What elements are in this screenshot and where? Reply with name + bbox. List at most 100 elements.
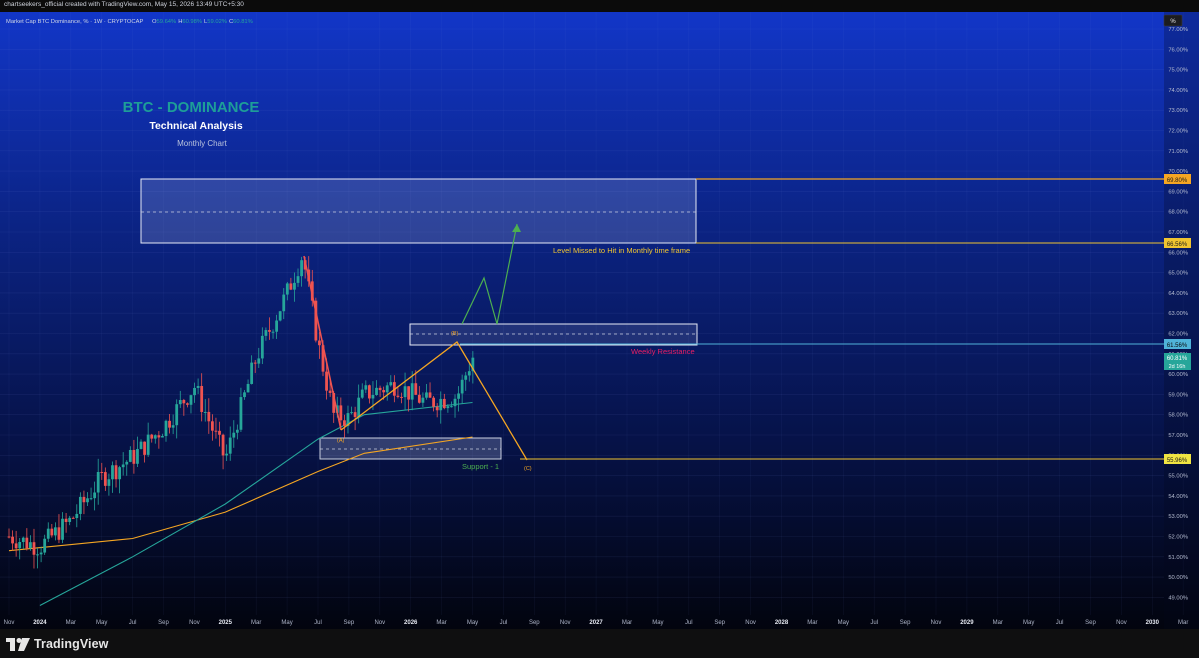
candle-body[interactable]	[125, 461, 129, 465]
percent-toggle-button[interactable]: %	[1163, 14, 1183, 27]
candle-body[interactable]	[421, 397, 425, 403]
candle-body[interactable]	[343, 420, 346, 426]
candle-body[interactable]	[57, 527, 61, 540]
candle-body[interactable]	[68, 517, 72, 522]
candle-body[interactable]	[382, 390, 386, 393]
candle-body[interactable]	[235, 429, 239, 433]
candle-body[interactable]	[250, 362, 254, 384]
candle-body[interactable]	[64, 518, 68, 522]
candle-body[interactable]	[221, 434, 225, 456]
candle-body[interactable]	[11, 536, 14, 544]
candle-body[interactable]	[36, 554, 39, 556]
candle-body[interactable]	[86, 498, 89, 503]
candle-body[interactable]	[175, 404, 179, 426]
candle-body[interactable]	[293, 282, 296, 290]
candle-body[interactable]	[25, 537, 29, 549]
candle-body[interactable]	[285, 283, 289, 295]
candle-body[interactable]	[375, 387, 378, 395]
candle-body[interactable]	[417, 394, 421, 403]
candle-body[interactable]	[128, 449, 132, 462]
candle-body[interactable]	[61, 518, 64, 540]
candle-body[interactable]	[457, 393, 460, 399]
candle-body[interactable]	[182, 400, 186, 404]
tradingview-logo[interactable]: TradingView	[6, 637, 109, 651]
candle-body[interactable]	[425, 392, 428, 398]
candle-body[interactable]	[450, 406, 453, 408]
candle-body[interactable]	[389, 382, 393, 386]
candle-body[interactable]	[14, 543, 18, 549]
candle-body[interactable]	[467, 371, 471, 376]
candle-body[interactable]	[107, 479, 111, 486]
candle-body[interactable]	[396, 395, 400, 397]
candle-body[interactable]	[282, 294, 286, 312]
monthly-target-zone[interactable]	[140, 178, 697, 244]
candle-body[interactable]	[453, 398, 457, 407]
candle-body[interactable]	[432, 397, 436, 407]
candle-body[interactable]	[271, 331, 275, 333]
candle-body[interactable]	[121, 464, 125, 468]
candle-body[interactable]	[260, 335, 264, 359]
candle-body[interactable]	[318, 340, 321, 346]
candle-body[interactable]	[46, 528, 50, 539]
candle-body[interactable]	[328, 390, 332, 393]
candle-body[interactable]	[378, 387, 382, 391]
candle-body[interactable]	[186, 403, 189, 405]
candle-body[interactable]	[78, 496, 82, 514]
candle-body[interactable]	[153, 435, 157, 439]
candle-body[interactable]	[7, 536, 11, 538]
candle-body[interactable]	[82, 496, 86, 503]
candle-body[interactable]	[193, 387, 196, 396]
candle-body[interactable]	[203, 411, 207, 413]
candle-body[interactable]	[364, 385, 368, 390]
candle-body[interactable]	[339, 405, 343, 421]
candle-body[interactable]	[214, 430, 218, 432]
candle-body[interactable]	[53, 527, 57, 536]
candle-body[interactable]	[111, 465, 114, 480]
candle-body[interactable]	[371, 394, 375, 399]
candle-body[interactable]	[150, 434, 154, 439]
candle-body[interactable]	[161, 436, 164, 438]
candle-body[interactable]	[96, 471, 100, 493]
candle-body[interactable]	[157, 435, 161, 438]
candle-body[interactable]	[428, 392, 432, 398]
candle-body[interactable]	[32, 542, 36, 555]
candle-body[interactable]	[29, 542, 32, 549]
candle-body[interactable]	[89, 498, 93, 500]
candle-body[interactable]	[200, 385, 204, 412]
candle-body[interactable]	[21, 537, 25, 543]
candle-body[interactable]	[275, 320, 279, 332]
candle-body[interactable]	[232, 432, 236, 438]
candle-body[interactable]	[118, 467, 122, 480]
candle-body[interactable]	[164, 420, 168, 437]
candle-body[interactable]	[18, 542, 22, 549]
candle-body[interactable]	[253, 362, 257, 364]
candle-body[interactable]	[360, 389, 364, 398]
candle-body[interactable]	[207, 411, 211, 422]
candle-body[interactable]	[228, 437, 232, 454]
candle-body[interactable]	[403, 386, 407, 398]
candle-body[interactable]	[39, 552, 43, 555]
candle-body[interactable]	[210, 421, 214, 431]
candle-body[interactable]	[410, 383, 414, 400]
candle-body[interactable]	[143, 441, 146, 455]
candle-body[interactable]	[446, 406, 450, 409]
candle-body[interactable]	[243, 392, 246, 398]
chart-svg[interactable]: BTC - DOMINANCE Technical Analysis Month…	[0, 12, 1199, 629]
candle-body[interactable]	[139, 441, 143, 449]
candle-body[interactable]	[385, 385, 389, 393]
candle-body[interactable]	[43, 538, 47, 553]
candle-body[interactable]	[296, 276, 300, 283]
candle-body[interactable]	[196, 385, 200, 388]
candle-body[interactable]	[289, 283, 293, 290]
candle-body[interactable]	[325, 371, 328, 391]
candle-body[interactable]	[239, 397, 243, 430]
candle-body[interactable]	[264, 330, 268, 336]
candle-body[interactable]	[50, 528, 54, 536]
candle-body[interactable]	[225, 453, 229, 456]
candle-body[interactable]	[103, 472, 107, 486]
candle-body[interactable]	[278, 311, 282, 321]
chart-area[interactable]: BTC - DOMINANCE Technical Analysis Month…	[0, 12, 1199, 629]
candle-body[interactable]	[353, 412, 357, 417]
symbol-legend[interactable]: Market Cap BTC Dominance, % · 1W · CRYPT…	[6, 19, 253, 25]
candle-body[interactable]	[400, 396, 403, 398]
